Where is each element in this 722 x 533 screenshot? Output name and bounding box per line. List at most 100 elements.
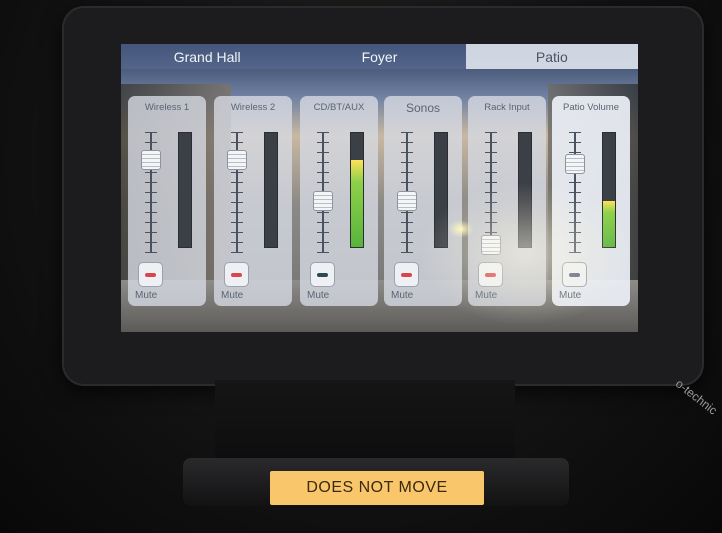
scale-tick bbox=[401, 132, 413, 133]
mute-led-icon bbox=[145, 273, 156, 277]
scale-tick bbox=[145, 132, 157, 133]
scale-tick bbox=[485, 132, 497, 133]
panel-stand bbox=[215, 380, 515, 470]
scale-tick bbox=[569, 232, 581, 233]
fader-knob[interactable] bbox=[227, 149, 247, 170]
channel-strip: Wireless 2 Mute bbox=[214, 96, 292, 306]
channel-name: Wireless 2 bbox=[230, 102, 276, 113]
channel-strip: Rack Input Mute bbox=[468, 96, 546, 306]
scale-tick bbox=[401, 182, 413, 183]
level-meter bbox=[264, 132, 278, 248]
scale-tick bbox=[317, 252, 329, 253]
scale-tick bbox=[569, 132, 581, 133]
channel-strip: Sonos Mute bbox=[384, 96, 462, 306]
mute-button[interactable] bbox=[310, 262, 335, 287]
touch-screen: Grand Hall Foyer Patio Wireless 1 Mute Wirel… bbox=[121, 44, 638, 332]
scale-tick bbox=[317, 212, 329, 213]
scale-tick bbox=[401, 232, 413, 233]
channel-strip: Wireless 1 Mute bbox=[128, 96, 206, 306]
tab-foyer[interactable]: Foyer bbox=[293, 44, 466, 69]
scale-tick bbox=[485, 162, 497, 163]
scale-tick bbox=[485, 142, 497, 143]
scale-tick bbox=[231, 172, 243, 173]
mute-button[interactable] bbox=[478, 262, 503, 287]
scale-tick bbox=[317, 162, 329, 163]
scale-tick bbox=[145, 252, 157, 253]
scale-tick bbox=[401, 142, 413, 143]
label-plate: DOES NOT MOVE bbox=[270, 471, 484, 505]
fader-knob[interactable] bbox=[481, 234, 501, 255]
scale-tick bbox=[401, 252, 413, 253]
fader-knob[interactable] bbox=[313, 190, 333, 211]
scale-tick bbox=[569, 222, 581, 223]
light-reflection bbox=[448, 220, 474, 238]
scale-tick bbox=[145, 222, 157, 223]
mute-led-icon bbox=[317, 273, 328, 277]
level-meter-fill bbox=[351, 160, 363, 247]
mute-label: Mute bbox=[135, 290, 158, 301]
scale-tick bbox=[231, 202, 243, 203]
photo: DOES NOT MOVE o-technic Grand Hall Foyer P… bbox=[0, 0, 722, 533]
mute-label: Mute bbox=[307, 290, 330, 301]
scale-tick bbox=[485, 152, 497, 153]
scale-tick bbox=[401, 242, 413, 243]
mute-label: Mute bbox=[221, 290, 244, 301]
scale-tick bbox=[231, 212, 243, 213]
scale-tick bbox=[485, 192, 497, 193]
mute-button[interactable] bbox=[562, 262, 587, 287]
scale-tick bbox=[485, 232, 497, 233]
scale-tick bbox=[231, 222, 243, 223]
channel-name: Rack Input bbox=[484, 102, 530, 113]
scale-tick bbox=[231, 142, 243, 143]
scale-tick bbox=[145, 182, 157, 183]
scale-tick bbox=[569, 242, 581, 243]
scale-tick bbox=[145, 142, 157, 143]
scale-tick bbox=[401, 222, 413, 223]
scale-tick bbox=[569, 192, 581, 193]
scale-tick bbox=[401, 162, 413, 163]
channel-name: CD/BT/AUX bbox=[313, 102, 365, 113]
channel-name: Patio Volume bbox=[563, 102, 619, 113]
scale-tick bbox=[569, 212, 581, 213]
mute-led-icon bbox=[401, 273, 412, 277]
scale-tick bbox=[569, 182, 581, 183]
scale-tick bbox=[231, 182, 243, 183]
scale-tick bbox=[485, 212, 497, 213]
level-meter-fill bbox=[603, 201, 615, 247]
scale-tick bbox=[317, 232, 329, 233]
scale-tick bbox=[569, 142, 581, 143]
mute-button[interactable] bbox=[138, 262, 163, 287]
mute-label: Mute bbox=[475, 290, 498, 301]
channel-strip: CD/BT/AUX Mute bbox=[300, 96, 378, 306]
fader-knob[interactable] bbox=[397, 190, 417, 211]
mute-label: Mute bbox=[559, 290, 582, 301]
scale-tick bbox=[231, 252, 243, 253]
mute-button[interactable] bbox=[394, 262, 419, 287]
mute-led-icon bbox=[485, 273, 496, 277]
mute-button[interactable] bbox=[224, 262, 249, 287]
side-box-text: o-technic bbox=[672, 376, 720, 418]
scale-tick bbox=[317, 172, 329, 173]
channel-strip: Patio Volume Mute bbox=[552, 96, 630, 306]
tab-grand-hall[interactable]: Grand Hall bbox=[121, 44, 294, 69]
mute-led-icon bbox=[569, 273, 580, 277]
scale-tick bbox=[401, 172, 413, 173]
scale-tick bbox=[145, 242, 157, 243]
scale-tick bbox=[317, 182, 329, 183]
fader-scale bbox=[569, 132, 581, 253]
scale-tick bbox=[317, 242, 329, 243]
level-meter bbox=[350, 132, 364, 248]
tab-patio[interactable]: Patio bbox=[465, 44, 638, 69]
level-meter bbox=[434, 132, 448, 248]
scale-tick bbox=[401, 212, 413, 213]
scale-tick bbox=[145, 232, 157, 233]
scale-tick bbox=[145, 172, 157, 173]
scale-tick bbox=[317, 132, 329, 133]
fader-knob[interactable] bbox=[565, 154, 585, 175]
fader-knob[interactable] bbox=[141, 149, 161, 170]
scale-tick bbox=[569, 152, 581, 153]
scale-tick bbox=[231, 192, 243, 193]
scale-tick bbox=[317, 152, 329, 153]
scale-tick bbox=[145, 212, 157, 213]
level-meter bbox=[602, 132, 616, 248]
